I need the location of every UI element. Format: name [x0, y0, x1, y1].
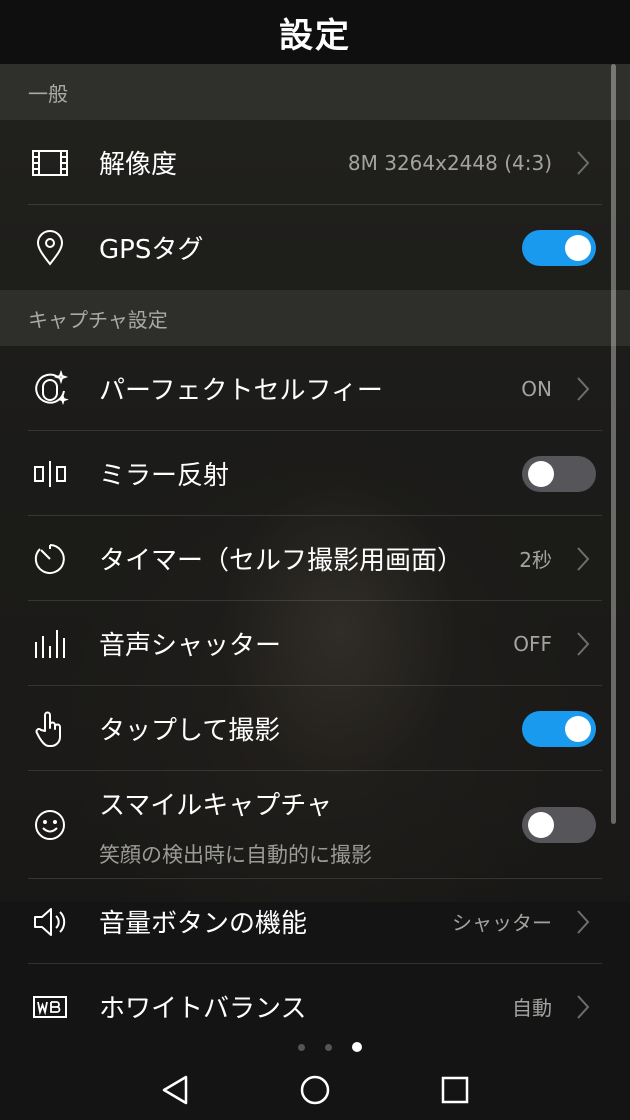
audio-bars-icon: [28, 622, 72, 666]
toggle-knob: [565, 715, 591, 742]
setting-label: パーフェクトセルフィー: [99, 376, 383, 406]
setting-description: 笑顔の検出時に自動的に撮影: [99, 843, 372, 867]
chevron-right-icon: [577, 546, 590, 571]
scrollbar[interactable]: [611, 64, 616, 824]
recents-icon[interactable]: [435, 1070, 475, 1110]
toggle-knob: [528, 812, 554, 838]
wb-icon: [28, 985, 72, 1029]
smile-capture-toggle[interactable]: [522, 807, 596, 843]
setting-value: ON: [521, 376, 552, 401]
chevron-right-icon: [577, 150, 590, 175]
setting-row-gps-tag[interactable]: GPSタグ: [0, 205, 630, 290]
mirror-icon: [28, 452, 72, 496]
home-icon[interactable]: [295, 1070, 335, 1110]
section-header-label: 一般: [28, 81, 68, 106]
setting-row-volume-button[interactable]: 音量ボタンの機能 シャッター: [0, 879, 630, 964]
section-header-capture: キャプチャ設定: [0, 290, 630, 346]
page-dot-active[interactable]: [352, 1042, 362, 1052]
setting-row-tap-to-capture[interactable]: タップして撮影: [0, 686, 630, 771]
gps-tag-toggle[interactable]: [522, 229, 596, 266]
toggle-knob: [565, 234, 591, 261]
setting-label: ミラー反射: [99, 461, 230, 491]
resolution-icon: [28, 141, 72, 185]
tap-hand-icon: [28, 707, 72, 751]
location-pin-icon: [28, 226, 72, 270]
setting-label: タイマー（セルフ撮影用画面）: [99, 546, 464, 576]
setting-value: 2秒: [519, 548, 552, 572]
setting-label: スマイルキャプチャ: [99, 791, 332, 821]
setting-label: タップして撮影: [99, 716, 281, 746]
beauty-face-icon: [28, 367, 72, 411]
mirror-reflection-toggle[interactable]: [522, 455, 596, 492]
back-icon[interactable]: [155, 1070, 195, 1110]
setting-row-smile-capture[interactable]: スマイルキャプチャ 笑顔の検出時に自動的に撮影: [0, 771, 630, 879]
setting-label: GPSタグ: [99, 235, 204, 265]
chevron-right-icon: [577, 909, 590, 934]
setting-row-timer[interactable]: タイマー（セルフ撮影用画面） 2秒: [0, 516, 630, 601]
title-bar: 設定: [0, 0, 630, 64]
setting-value: シャッター: [452, 911, 552, 935]
setting-row-white-balance[interactable]: ホワイトバランス 自動: [0, 964, 630, 1049]
setting-label: 音声シャッター: [99, 631, 282, 661]
page-title: 設定: [279, 15, 351, 56]
setting-value: OFF: [513, 631, 552, 656]
speaker-icon: [28, 900, 72, 944]
smile-icon: [28, 803, 72, 847]
toggle-knob: [528, 460, 554, 487]
setting-row-resolution[interactable]: 解像度 8M 3264x2448 (4:3): [0, 120, 630, 205]
tap-to-capture-toggle[interactable]: [522, 710, 596, 747]
setting-value: 自動: [512, 996, 552, 1020]
setting-row-perfect-selfie[interactable]: パーフェクトセルフィー ON: [0, 346, 630, 431]
chevron-right-icon: [577, 376, 590, 401]
chevron-right-icon: [577, 631, 590, 656]
chevron-right-icon: [577, 994, 590, 1019]
page-dot[interactable]: [325, 1043, 332, 1051]
setting-label: 解像度: [99, 150, 178, 180]
setting-row-audio-shutter[interactable]: 音声シャッター OFF: [0, 601, 630, 686]
page-dot[interactable]: [298, 1043, 305, 1051]
navigation-bar: [0, 1058, 630, 1120]
setting-row-mirror-reflection[interactable]: ミラー反射: [0, 431, 630, 516]
page-indicator: [0, 1040, 630, 1054]
setting-value: 8M 3264x2448 (4:3): [347, 150, 552, 175]
section-header-general: 一般: [0, 64, 630, 120]
setting-label: ホワイトバランス: [99, 994, 307, 1024]
setting-label: 音量ボタンの機能: [99, 909, 308, 939]
timer-icon: [28, 537, 72, 581]
section-header-label: キャプチャ設定: [28, 307, 168, 332]
